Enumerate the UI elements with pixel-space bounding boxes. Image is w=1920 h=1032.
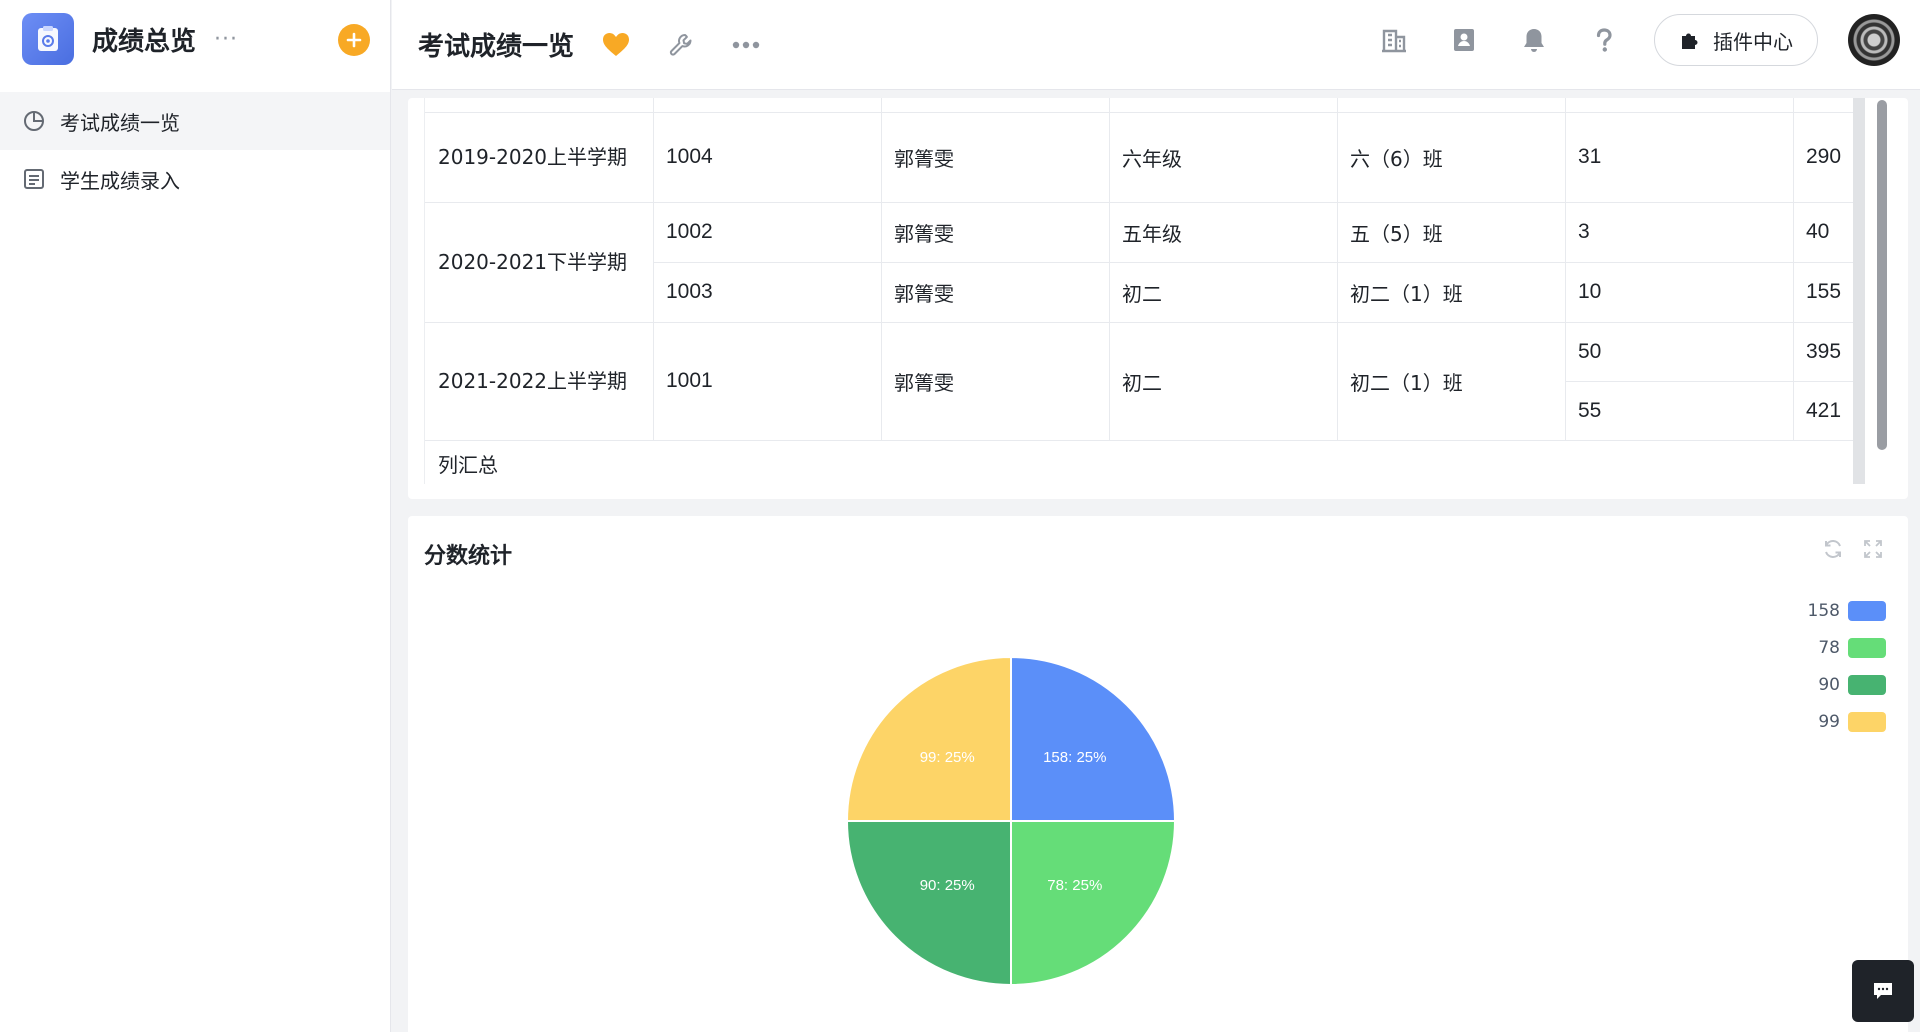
table-cell-grade: 初二 [1122,281,1162,306]
table-cell-term: 2021-2022上半学期 [438,368,628,393]
app-logo-icon[interactable] [22,13,74,65]
avatar[interactable] [1848,14,1900,66]
app-more-icon[interactable]: ··· [214,27,238,52]
table-summary-label: 列汇总 [438,452,498,477]
sidebar-item-label: 考试成绩一览 [60,110,180,135]
table-cell-value: 10 [1578,280,1602,303]
top-bar: 考试成绩一览 插件中心 [392,0,1920,90]
table-cell-name: 郭箐雯 [894,146,954,171]
table-cell-class: 初二（1）班 [1350,370,1463,395]
table-cell-value: 290 [1806,145,1842,168]
more-icon[interactable] [732,41,760,49]
score-table: 2019-2020上半学期 1004 郭箐雯 六年级 六（6）班 31 290 … [424,98,1858,484]
app-name: 成绩总览 [92,26,197,57]
table-cell-term: 2020-2021下半学期 [438,249,628,274]
wrench-icon[interactable] [668,32,694,58]
table-cell-value: 3 [1578,220,1590,243]
table-cell-id: 1002 [666,220,713,243]
score-table-card: 2019-2020上半学期 1004 郭箐雯 六年级 六（6）班 31 290 … [408,98,1908,499]
table-cell-grade: 初二 [1122,370,1162,395]
chat-icon [1874,983,1892,999]
table-cell-class: 六（6）班 [1350,146,1443,171]
puzzle-icon [1682,33,1698,49]
table-cell-value: 31 [1578,145,1602,168]
table-cell-id: 1003 [666,280,713,303]
pie-slice-158[interactable] [1010,655,1177,822]
add-page-button[interactable] [338,24,370,56]
table-cell-value: 55 [1578,398,1602,422]
table-cell-value: 50 [1578,339,1602,363]
table-scrollbar-track[interactable] [1853,98,1865,484]
sidebar: 成绩总览 ··· 考试成绩一览 学生成绩录入 [0,0,391,1032]
table-cell-term: 2019-2020上半学期 [438,144,628,169]
sidebar-item-exam-overview[interactable]: 考试成绩一览 [0,92,390,150]
app-header: 成绩总览 ··· [0,0,390,78]
pie-chart: 158: 25% 78: 25% 90: 25% 99: 25% [845,655,1177,987]
pie-slice-90[interactable] [845,820,1012,987]
sidebar-item-label: 学生成绩录入 [60,168,180,193]
table-cell-id: 1004 [666,145,713,168]
pie-slice-label: 158: 25% [1043,749,1106,766]
chat-button[interactable] [1852,960,1914,1022]
table-cell-class: 五（5）班 [1350,221,1443,246]
table-scrollbar-thumb[interactable] [1877,100,1887,450]
building-icon[interactable] [1374,20,1414,60]
clock-pie-icon [22,109,46,133]
plugin-center-button[interactable]: 插件中心 [1654,14,1818,66]
page-title: 考试成绩一览 [418,32,575,62]
heart-icon[interactable] [602,32,630,58]
score-chart-card: 分数统计 158 78 90 99 158: 25% 78: 25% 90: 25% 99:… [408,516,1908,1032]
pie-slice-99[interactable] [845,655,1012,822]
table-cell-value: 421 [1806,398,1842,422]
table-cell-id: 1001 [666,369,713,392]
table-cell-class: 初二（1）班 [1350,281,1463,306]
sidebar-nav: 考试成绩一览 学生成绩录入 [0,78,390,208]
table-cell-name: 郭箐雯 [894,281,954,306]
table-cell-value: 40 [1806,220,1830,243]
sidebar-item-score-entry[interactable]: 学生成绩录入 [0,150,390,208]
pie-slice-78[interactable] [1010,820,1177,987]
pie-slice-label: 78: 25% [1047,877,1102,894]
form-icon [22,167,46,191]
pie-slice-label: 99: 25% [920,749,975,766]
table-cell-grade: 六年级 [1122,146,1182,171]
table-cell-value: 395 [1806,339,1842,363]
table-cell-grade: 五年级 [1122,221,1182,246]
top-bar-actions: 插件中心 [1374,12,1900,68]
plugin-center-label: 插件中心 [1713,29,1793,54]
table-cell-name: 郭箐雯 [894,370,954,395]
table-cell-value: 155 [1806,280,1842,303]
table-cell-name: 郭箐雯 [894,221,954,246]
bell-icon[interactable] [1514,20,1554,60]
help-icon[interactable] [1584,20,1624,60]
contacts-icon[interactable] [1444,20,1484,60]
pie-slice-label: 90: 25% [920,877,975,894]
